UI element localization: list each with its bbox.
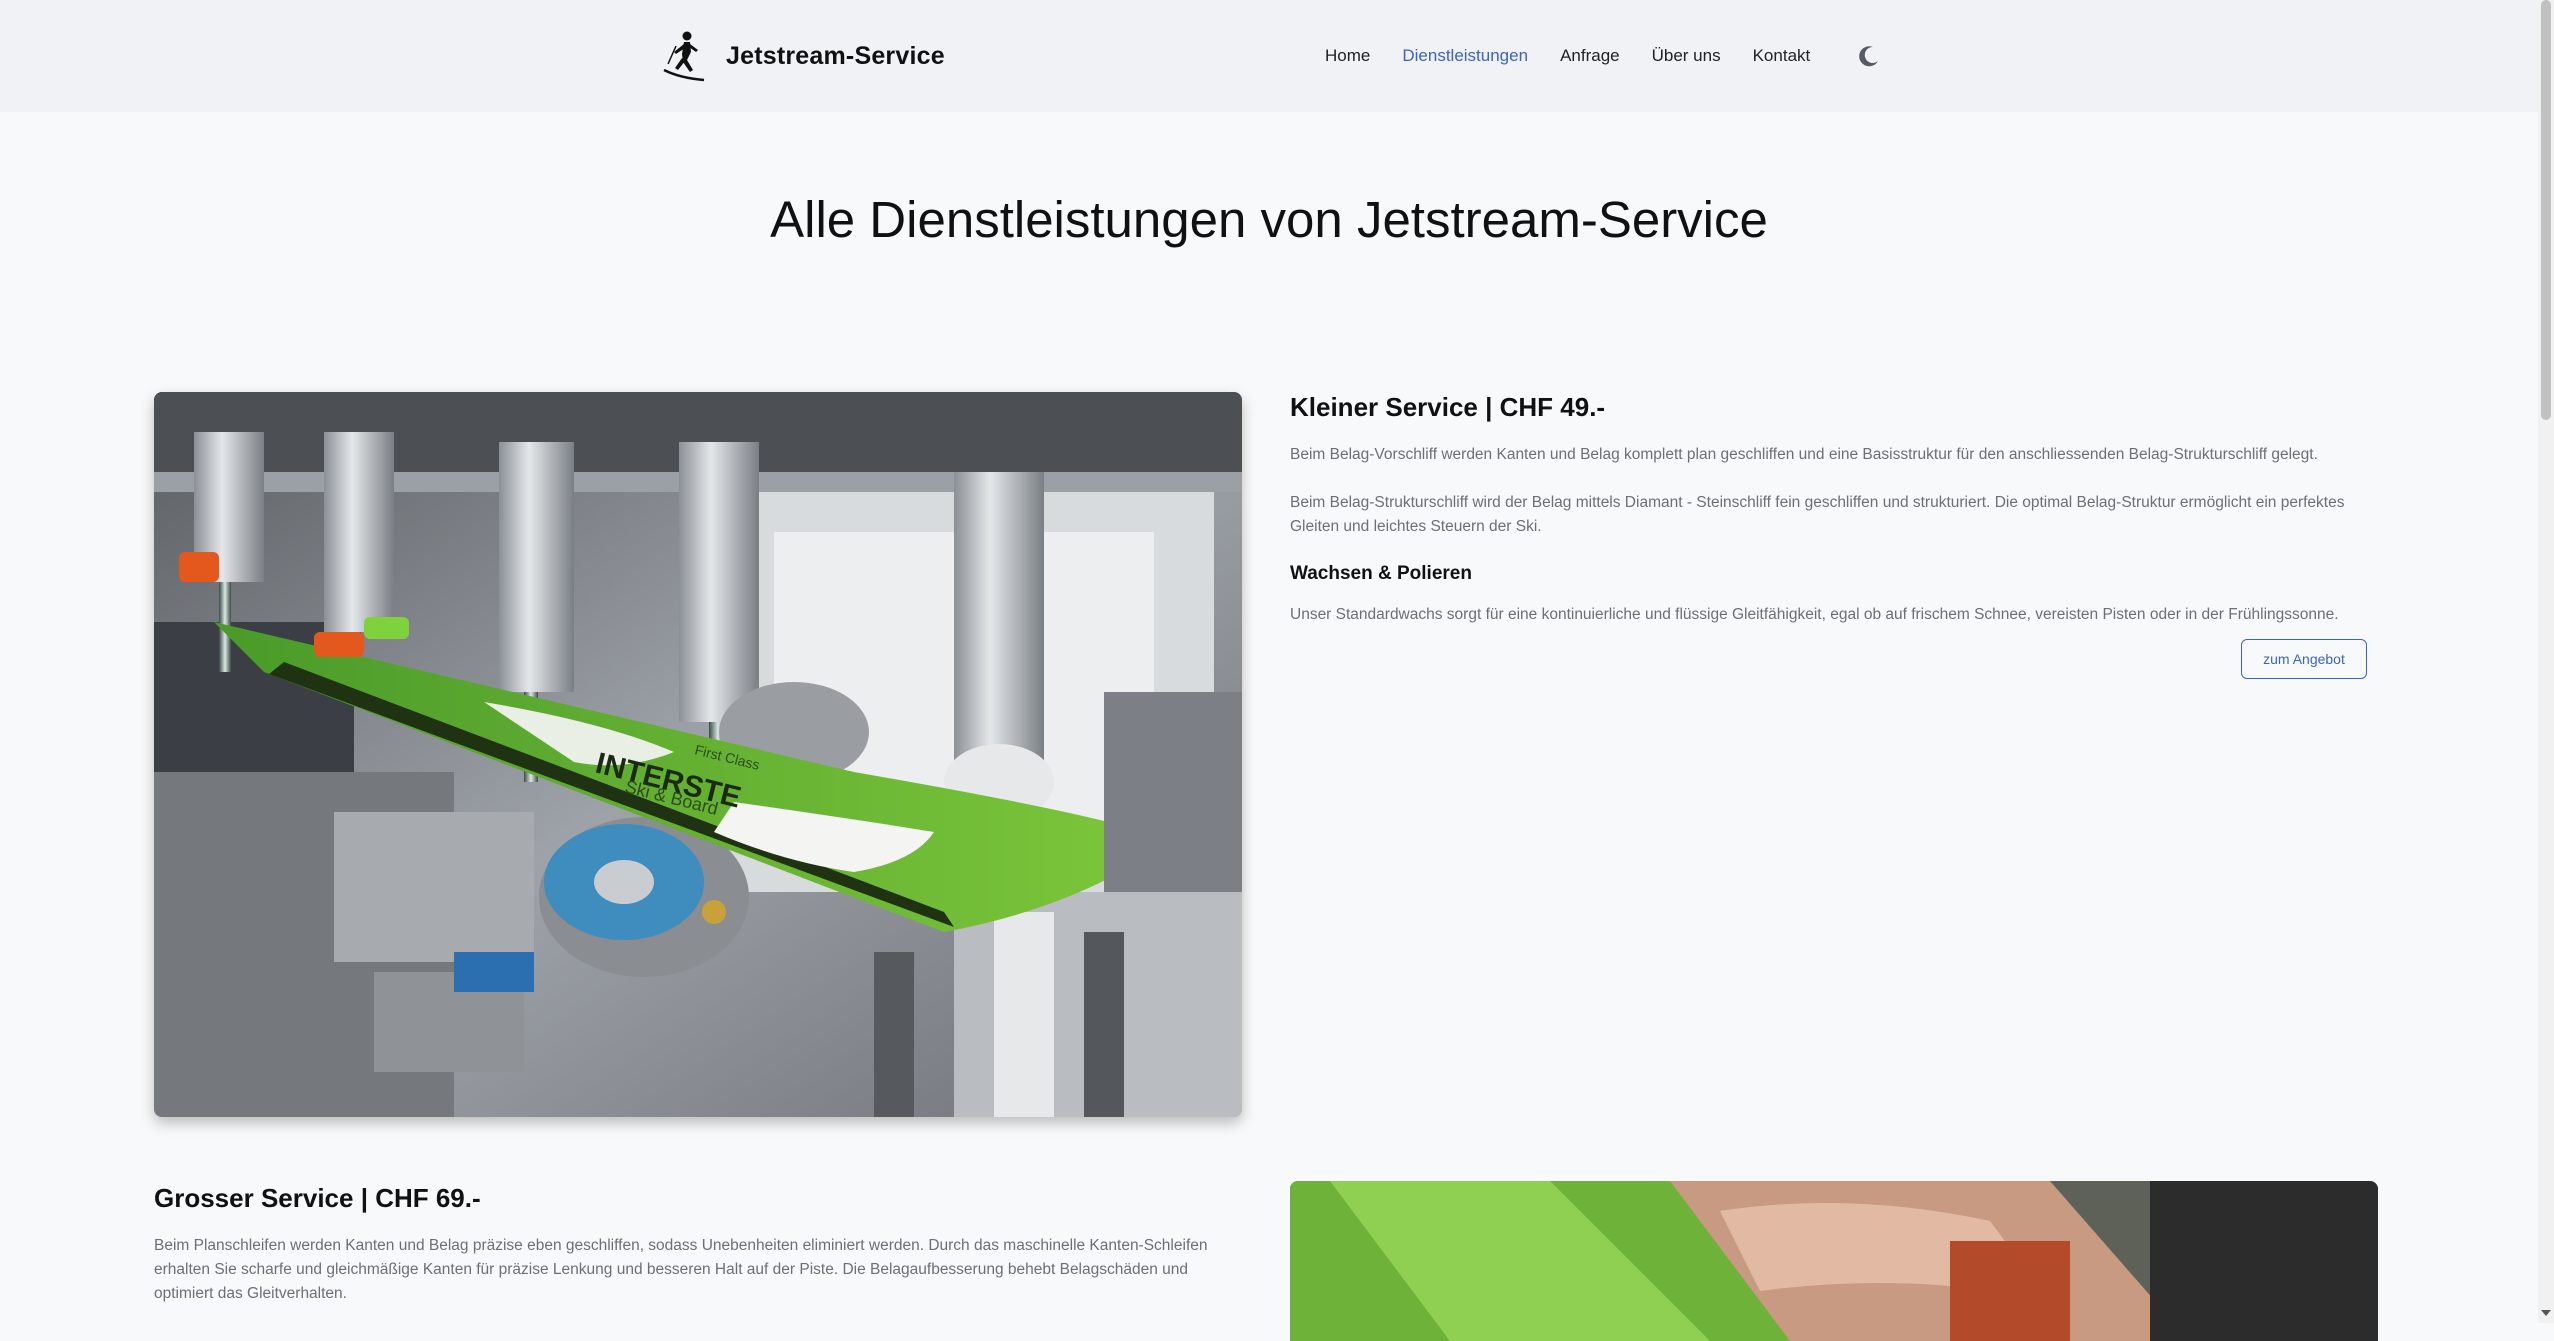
service-large: Grosser Service | CHF 69.- Beim Planschl… xyxy=(154,1183,1244,1330)
service-large-text: Beim Planschleifen werden Kanten und Bel… xyxy=(154,1237,1208,1302)
service-large-title: Grosser Service | CHF 69.- xyxy=(154,1183,481,1213)
nav-kontakt[interactable]: Kontakt xyxy=(1753,46,1811,66)
moon-icon[interactable] xyxy=(1855,42,1883,70)
service-small-wax-text: Unser Standardwachs sorgt für eine konti… xyxy=(1290,606,2339,623)
nav-home[interactable]: Home xyxy=(1325,46,1370,66)
scroll-down-arrow-icon[interactable] xyxy=(2541,1310,2551,1316)
service-small: Kleiner Service | CHF 49.- Beim Belag-Vo… xyxy=(1290,392,2380,651)
page-title: Alle Dienstleistungen von Jetstream-Serv… xyxy=(770,191,1768,248)
nav-dienstleistungen[interactable]: Dienstleistungen xyxy=(1402,46,1528,66)
site-header: Jetstream-Service Home Dienstleistungen … xyxy=(0,0,2538,112)
service-small-text-2: Beim Belag-Strukturschliff wird der Bela… xyxy=(1290,494,2345,535)
nav-ueber-uns[interactable]: Über uns xyxy=(1652,46,1721,66)
brand[interactable]: Jetstream-Service xyxy=(660,28,945,84)
scrollbar-thumb[interactable] xyxy=(2541,0,2551,420)
ski-service-machine-image: INTERSTE Ski & Board First Class xyxy=(154,392,1242,1117)
nav-anfrage[interactable]: Anfrage xyxy=(1560,46,1620,66)
ski-hands-image xyxy=(1290,1181,2378,1341)
service-small-title: Kleiner Service | CHF 49.- xyxy=(1290,392,1606,422)
brand-name: Jetstream-Service xyxy=(726,41,945,70)
service-small-text-1: Beim Belag-Vorschliff werden Kanten und … xyxy=(1290,446,2318,463)
skier-icon xyxy=(663,31,705,82)
service-small-subtitle: Wachsen & Polieren xyxy=(1290,563,1472,584)
main-nav: Home Dienstleistungen Anfrage Über uns K… xyxy=(1325,38,1842,74)
zum-angebot-button[interactable]: zum Angebot xyxy=(2241,639,2367,679)
